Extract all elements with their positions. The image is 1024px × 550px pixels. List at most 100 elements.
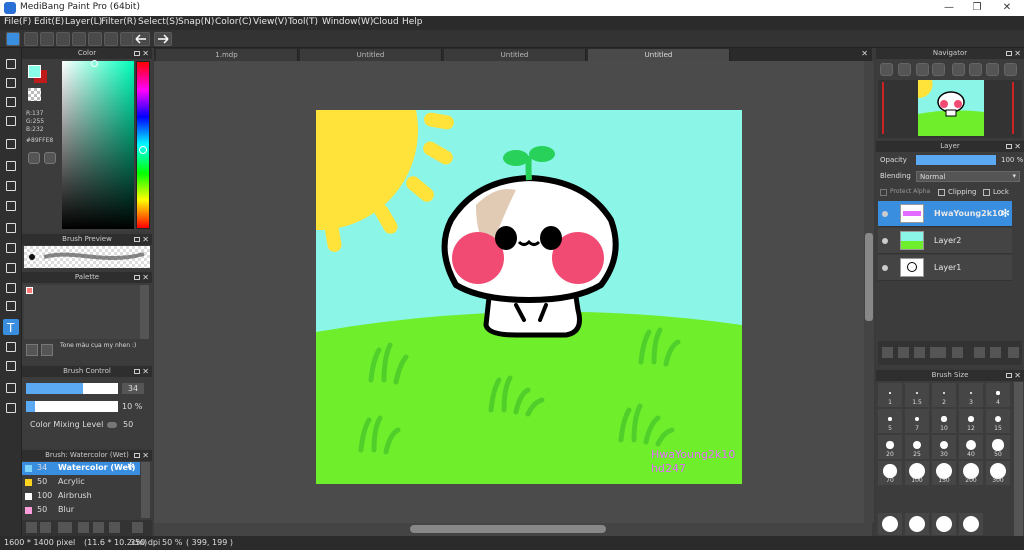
- trash-icon[interactable]: [1008, 347, 1019, 358]
- sv-cursor[interactable]: [91, 60, 98, 67]
- brush-copy-icon[interactable]: [78, 522, 89, 533]
- pen-tool[interactable]: [3, 56, 19, 72]
- undo-button[interactable]: [132, 32, 150, 46]
- brush-size-scrollbar[interactable]: [1014, 382, 1023, 536]
- horizontal-scrollbar-thumb[interactable]: [410, 525, 606, 533]
- upload-icon[interactable]: [24, 32, 38, 46]
- folder-icon[interactable]: [40, 522, 51, 533]
- brush-size-option[interactable]: 2: [932, 383, 956, 407]
- cloud-icon[interactable]: [6, 32, 20, 46]
- divide-tool[interactable]: [3, 358, 19, 374]
- redo-button[interactable]: [154, 32, 172, 46]
- brush-item[interactable]: 50 Blur: [22, 504, 140, 517]
- fullscreen-icon[interactable]: [969, 63, 982, 76]
- layer-add-menu-icon[interactable]: [930, 347, 946, 358]
- gear-icon[interactable]: ✻: [1001, 207, 1010, 220]
- menu-file[interactable]: File(F): [4, 17, 31, 27]
- brush-size-option[interactable]: 150: [932, 461, 956, 485]
- menu-filter[interactable]: Filter(R): [101, 17, 137, 27]
- tab-2[interactable]: Untitled: [300, 49, 442, 61]
- folder-icon[interactable]: [952, 347, 963, 358]
- palette-swatch[interactable]: [26, 287, 33, 294]
- color-mixing-slider[interactable]: [107, 422, 117, 428]
- new-8bit-layer-icon[interactable]: [914, 347, 925, 358]
- merge-layer-icon[interactable]: [990, 347, 1001, 358]
- brush-size-value[interactable]: 34: [122, 383, 144, 394]
- brush-paste-icon[interactable]: [93, 522, 104, 533]
- canvas-workspace[interactable]: HwaYoung2k10 hd247: [154, 61, 864, 523]
- brush-size-option[interactable]: [959, 513, 983, 535]
- close-icon[interactable]: ✕: [142, 234, 149, 245]
- layer-opacity-slider[interactable]: [916, 155, 996, 165]
- palette-icon[interactable]: [28, 152, 40, 164]
- menu-window[interactable]: Window(W): [322, 17, 373, 27]
- brush-size-option[interactable]: 50: [986, 435, 1010, 459]
- brush-item[interactable]: 50 Acrylic: [22, 476, 140, 489]
- close-icon[interactable]: ✕: [142, 48, 149, 59]
- tab-4[interactable]: Untitled: [588, 49, 730, 61]
- comment-icon[interactable]: [40, 32, 54, 46]
- close-icon[interactable]: ✕: [142, 366, 149, 377]
- operation-tool[interactable]: [3, 339, 19, 355]
- select-eraser-tool[interactable]: [3, 298, 19, 314]
- duplicate-layer-icon[interactable]: [974, 347, 985, 358]
- zoom-in-icon[interactable]: [880, 63, 893, 76]
- select-tool[interactable]: [3, 220, 19, 236]
- fill-tool[interactable]: [3, 158, 19, 174]
- horizontal-scrollbar[interactable]: [154, 523, 872, 536]
- brush-size-option[interactable]: 70: [878, 461, 902, 485]
- layer-row-layer1[interactable]: Layer1: [878, 255, 1012, 281]
- palette-delete-icon[interactable]: [41, 344, 53, 356]
- blending-select[interactable]: Normal ▾: [916, 171, 1020, 182]
- gear-icon[interactable]: ✻: [127, 462, 135, 472]
- brush-duplicate-icon[interactable]: [109, 522, 120, 533]
- minimize-button[interactable]: —: [934, 0, 964, 16]
- protect-alpha-checkbox[interactable]: [880, 189, 887, 196]
- menu-view[interactable]: View(V): [253, 17, 288, 27]
- clipping-checkbox[interactable]: [938, 189, 945, 196]
- brush-size-option[interactable]: [905, 513, 929, 535]
- transparent-color-swatch[interactable]: [28, 88, 41, 101]
- brush-size-option[interactable]: 12: [959, 409, 983, 433]
- close-icon[interactable]: ✕: [142, 450, 149, 461]
- rotate-right-icon[interactable]: [986, 63, 999, 76]
- menu-select[interactable]: Select(S): [138, 17, 179, 27]
- brush-size-option[interactable]: 40: [959, 435, 983, 459]
- fit-icon[interactable]: [916, 63, 929, 76]
- close-icon[interactable]: ✕: [861, 49, 868, 58]
- layer-row-layer2[interactable]: Layer2: [878, 228, 1012, 254]
- panel-icon[interactable]: [88, 32, 102, 46]
- close-icon[interactable]: ✕: [1014, 370, 1021, 381]
- brush-size-option[interactable]: [878, 513, 902, 535]
- brush-size-slider[interactable]: [26, 383, 118, 394]
- reset-icon[interactable]: [1004, 63, 1017, 76]
- menu-layer[interactable]: Layer(L): [65, 17, 102, 27]
- trash-icon[interactable]: [132, 522, 143, 533]
- brush-size-option[interactable]: 7: [905, 409, 929, 433]
- lock-checkbox[interactable]: [983, 189, 990, 196]
- menu-help[interactable]: Help: [402, 17, 423, 27]
- rotate-left-icon[interactable]: [952, 63, 965, 76]
- text-tool[interactable]: T: [3, 319, 19, 335]
- rectangle-tool[interactable]: [3, 94, 19, 110]
- drawing-canvas[interactable]: HwaYoung2k10 hd247: [154, 61, 864, 523]
- grid-icon[interactable]: [56, 32, 70, 46]
- close-button[interactable]: ✕: [992, 0, 1022, 16]
- move-tool[interactable]: [3, 136, 19, 152]
- foreground-color-swatch[interactable]: [28, 65, 41, 78]
- menu-edit[interactable]: Edit(E): [34, 17, 64, 27]
- zoom-out-icon[interactable]: [898, 63, 911, 76]
- palette-edit-icon[interactable]: [26, 344, 38, 356]
- close-icon[interactable]: ✕: [1014, 141, 1021, 152]
- eye-icon[interactable]: [882, 238, 888, 244]
- gradient-tool[interactable]: [3, 198, 19, 214]
- brush-size-option[interactable]: 20: [878, 435, 902, 459]
- maximize-button[interactable]: ❐: [962, 0, 992, 16]
- brush-size-option[interactable]: 10: [932, 409, 956, 433]
- brush-item-selected[interactable]: 34 Watercolor (Wet) ✻: [22, 462, 140, 475]
- new-halftone-layer-icon[interactable]: [898, 347, 909, 358]
- eye-icon[interactable]: [882, 211, 888, 217]
- close-icon[interactable]: ✕: [1014, 48, 1021, 59]
- brush-menu-icon[interactable]: [58, 522, 72, 533]
- palette-scrollbar[interactable]: [140, 285, 149, 339]
